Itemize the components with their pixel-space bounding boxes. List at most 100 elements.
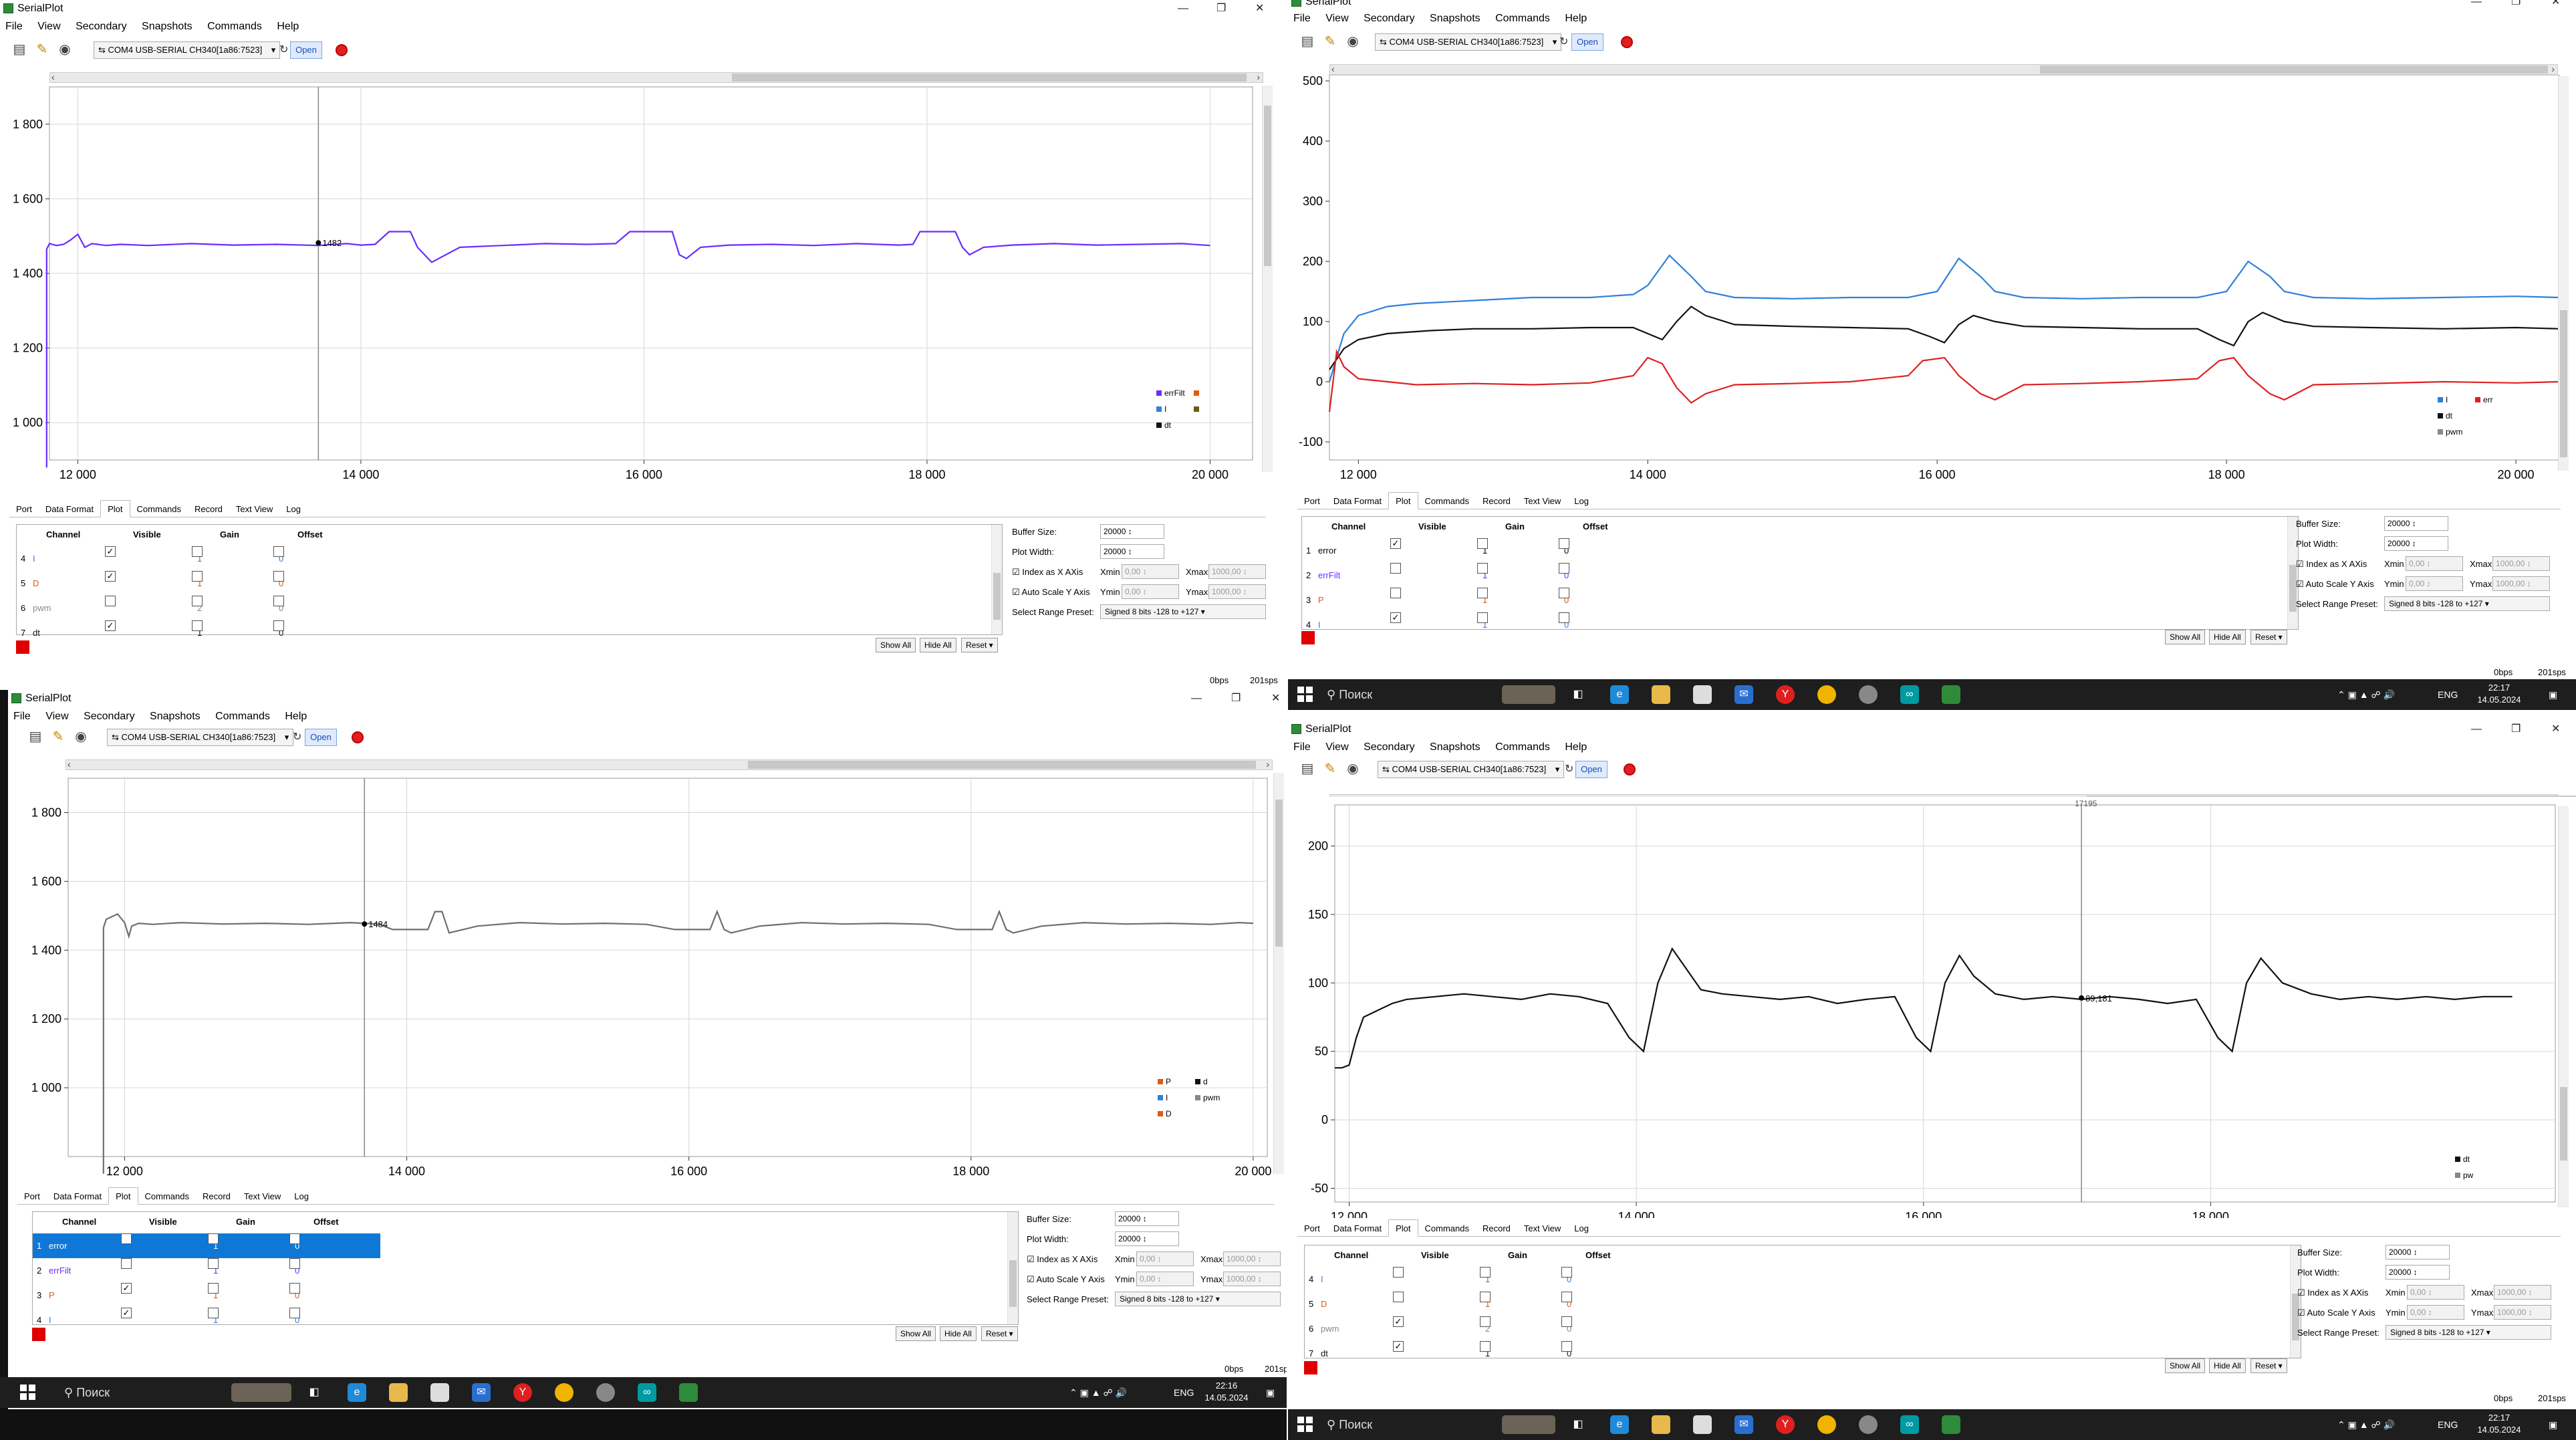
offset-value[interactable]: 0 — [1559, 538, 1569, 563]
menu-commands[interactable]: Commands — [207, 21, 262, 32]
xmax-input[interactable]: 1000,00 ↕ — [1208, 564, 1266, 579]
tab-text-view[interactable]: Text View — [229, 501, 279, 518]
buffer-size-input[interactable]: 20000 ↕ — [1115, 1211, 1179, 1226]
checkbox[interactable] — [192, 620, 203, 631]
serialplot-icon[interactable] — [1942, 1415, 1960, 1434]
offset-value[interactable]: 0 — [273, 620, 284, 645]
gain-value[interactable]: 1 — [208, 1308, 219, 1332]
channel-name[interactable]: I — [49, 1308, 51, 1332]
tab-data-format[interactable]: Data Format — [1327, 493, 1388, 510]
tab-data-format[interactable]: Data Format — [1327, 1220, 1388, 1237]
checkbox[interactable] — [1477, 588, 1488, 598]
menu-view[interactable]: View — [37, 21, 60, 32]
range-preset-select[interactable]: Signed 8 bits -128 to +127 ▾ — [1115, 1292, 1281, 1306]
record-icon[interactable] — [1624, 763, 1636, 775]
offset-value[interactable]: 0 — [273, 596, 284, 620]
tab-plot[interactable]: Plot — [100, 500, 130, 517]
channel-row[interactable]: 7 dt ✓ 1 0 — [17, 620, 364, 645]
offset-value[interactable]: 0 — [273, 546, 284, 571]
store-icon[interactable] — [1693, 685, 1712, 704]
channel-name[interactable]: D — [33, 571, 39, 596]
channel-name[interactable]: I — [33, 546, 35, 571]
auto-scale-checkbox[interactable]: ☑ Auto Scale Y Axis — [1012, 587, 1090, 598]
menu-view[interactable]: View — [1325, 13, 1348, 24]
ymax-input[interactable]: 1000,00 ↕ — [2494, 1305, 2551, 1320]
tab-record[interactable]: Record — [188, 501, 229, 518]
channel-row[interactable]: 5D 1 0 — [1305, 1292, 1652, 1316]
gain-value[interactable]: 2 — [192, 596, 203, 620]
checkbox[interactable] — [1477, 563, 1488, 574]
edge-icon[interactable]: e — [1610, 685, 1629, 704]
maximize-icon[interactable]: ❐ — [1231, 690, 1241, 707]
scroll-left-icon[interactable]: ‹ — [51, 72, 55, 82]
tray-icons[interactable]: ⌃ ▣ ▲ ☍ 🔊 — [1069, 1377, 1127, 1408]
offset-value[interactable]: 0 — [289, 1258, 300, 1283]
horizontal-scrollbar[interactable]: ‹ › — [49, 72, 1263, 83]
menu-file[interactable]: File — [1293, 13, 1311, 24]
vertical-scrollbar[interactable] — [1273, 773, 1284, 1174]
menu-help[interactable]: Help — [1565, 13, 1587, 24]
close-icon[interactable]: ✕ — [2551, 0, 2560, 11]
menu-help[interactable]: Help — [1565, 741, 1587, 753]
snapshot-camera-icon[interactable]: ◉ — [56, 41, 74, 57]
scroll-right-icon[interactable]: › — [2551, 64, 2555, 74]
yandex-icon[interactable]: Y — [1776, 685, 1795, 704]
open-button[interactable]: Open — [290, 41, 322, 59]
maximize-icon[interactable]: ❐ — [1216, 0, 1226, 17]
scroll-left-icon[interactable]: ‹ — [68, 759, 71, 769]
maximize-icon[interactable]: ❐ — [2511, 0, 2521, 11]
channel-row[interactable]: 3 P ✓ 1 0 — [33, 1283, 380, 1308]
close-icon[interactable]: ✕ — [1271, 690, 1280, 707]
notification-icon[interactable]: ▣ — [2549, 1409, 2557, 1440]
checkbox[interactable] — [192, 546, 203, 557]
tab-log[interactable]: Log — [287, 1188, 315, 1205]
show-all-button[interactable]: Show All — [2165, 1358, 2206, 1373]
checkbox[interactable]: ✓ — [121, 1308, 132, 1318]
chrome-icon[interactable] — [1817, 685, 1836, 704]
offset-value[interactable]: 0 — [1561, 1292, 1572, 1316]
yandex-icon[interactable]: Y — [1776, 1415, 1795, 1434]
snapshot-camera-icon[interactable]: ◉ — [1344, 33, 1362, 49]
port-select[interactable]: ⇆ COM4 USB-SERIAL CH340[1a86:7523] — [94, 41, 281, 59]
ymin-input[interactable]: 0,00 ↕ — [2407, 1305, 2464, 1320]
checkbox[interactable] — [1393, 1267, 1404, 1278]
channel-row[interactable]: 6 pwm ✓ 2 0 — [1305, 1316, 1652, 1341]
tab-plot[interactable]: Plot — [1388, 1219, 1418, 1237]
plot-area[interactable]: 1 800 1 600 1 400 1 200 1 000 12 000 14 000 16 … — [8, 770, 1287, 1191]
reset-button[interactable]: Reset ▾ — [981, 1326, 1018, 1341]
checkbox[interactable] — [1561, 1292, 1572, 1302]
stop-indicator[interactable] — [1301, 631, 1315, 644]
tab-port[interactable]: Port — [9, 501, 39, 518]
file-explorer-icon[interactable] — [1652, 685, 1670, 704]
task-view-icon[interactable]: ◧ — [1569, 685, 1587, 704]
tab-data-format[interactable]: Data Format — [39, 501, 100, 518]
checkbox[interactable] — [273, 620, 284, 631]
checkbox[interactable] — [105, 596, 116, 606]
checkbox[interactable] — [1477, 538, 1488, 549]
checkbox[interactable] — [208, 1283, 219, 1294]
gain-value[interactable]: 1 — [1477, 588, 1488, 612]
vertical-scrollbar[interactable] — [2558, 806, 2569, 1207]
tab-log[interactable]: Log — [1567, 1220, 1595, 1237]
tab-log[interactable]: Log — [279, 501, 307, 518]
xmax-input[interactable]: 1000,00 ↕ — [2492, 556, 2550, 571]
record-icon[interactable] — [336, 44, 348, 56]
tab-port[interactable]: Port — [1297, 1220, 1327, 1237]
plot-area[interactable]: 1 800 1 600 1 400 1 200 1 000 12 000 14 000 16 … — [0, 83, 1280, 497]
channel-row[interactable]: 2 errFilt 1 0 — [33, 1258, 380, 1283]
menu-snapshots[interactable]: Snapshots — [150, 711, 201, 722]
arduino-icon[interactable]: ∞ — [1900, 685, 1919, 704]
offset-value[interactable]: 0 — [1559, 563, 1569, 588]
checkbox[interactable] — [1390, 588, 1401, 598]
xmin-input[interactable]: 0,00 ↕ — [1122, 564, 1179, 579]
language-indicator[interactable]: ENG — [2438, 679, 2458, 710]
panel-toggle-icon[interactable]: ▤ — [27, 729, 44, 745]
checkbox[interactable] — [1561, 1267, 1572, 1278]
checkbox[interactable] — [192, 596, 203, 606]
menu-file[interactable]: File — [5, 21, 23, 32]
offset-value[interactable]: 0 — [1561, 1267, 1572, 1292]
port-select[interactable]: ⇆ COM4 USB-SERIAL CH340[1a86:7523] — [107, 729, 294, 746]
channel-table-scroll-thumb[interactable] — [993, 573, 1001, 620]
menu-secondary[interactable]: Secondary — [1364, 13, 1415, 24]
channel-table-scrollbar[interactable] — [1007, 1212, 1018, 1324]
